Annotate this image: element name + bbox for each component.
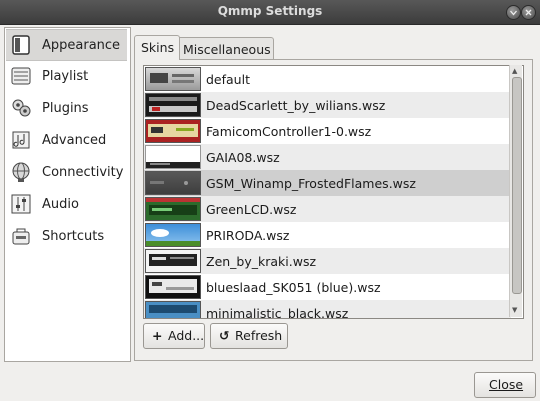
skin-thumbnail [145,145,201,169]
skin-thumbnail [145,301,201,318]
refresh-button[interactable]: ↺ Refresh [210,323,288,349]
skin-name: blueslaad_SK051 (blue).wsz [206,280,381,295]
sidebar-item-label: Advanced [42,133,107,148]
skin-list: default DeadScarlett_by_wilians.wsz Fami… [143,65,524,319]
settings-sidebar: Appearance Playlist Plugins Advanced Con… [4,27,131,362]
skin-thumbnail [145,119,201,143]
skin-thumbnail [145,67,201,91]
skin-row[interactable]: minimalistic_black.wsz [144,300,511,319]
skin-thumbnail [145,93,201,117]
add-button-label: Add... [168,328,205,343]
tab-skins[interactable]: Skins [134,35,180,60]
skin-name: GSM_Winamp_FrostedFlames.wsz [206,176,416,191]
skin-name: Zen_by_kraki.wsz [206,254,317,269]
skin-name: minimalistic_black.wsz [206,306,349,319]
shortcuts-icon [10,225,32,247]
sidebar-item-label: Playlist [42,69,89,84]
skin-thumbnail [145,197,201,221]
close-icon [525,9,532,16]
title-bar[interactable]: Qmmp Settings [0,0,540,25]
skin-thumbnail [145,171,201,195]
plus-icon: + [152,328,163,343]
sidebar-item-label: Shortcuts [42,229,105,244]
add-skin-button[interactable]: + Add... [143,323,205,349]
refresh-icon: ↺ [219,328,230,343]
close-button-label: Close [489,377,524,392]
skin-row[interactable]: DeadScarlett_by_wilians.wsz [144,92,511,118]
scroll-up-arrow-icon[interactable]: ▲ [512,67,517,75]
skin-thumbnail [145,223,201,247]
advanced-icon [10,129,32,151]
audio-icon [10,193,32,215]
skin-thumbnail [145,275,201,299]
sidebar-item-label: Appearance [42,38,121,53]
sidebar-item-shortcuts[interactable]: Shortcuts [6,221,127,251]
skin-name: GAIA08.wsz [206,150,280,165]
skin-row[interactable]: GreenLCD.wsz [144,196,511,222]
skin-row[interactable]: PRIRODA.wsz [144,222,511,248]
tab-miscellaneous[interactable]: Miscellaneous [176,37,274,61]
skin-row[interactable]: GAIA08.wsz [144,144,511,170]
close-button[interactable]: Close [474,372,536,398]
skin-row[interactable]: FamicomController1-0.wsz [144,118,511,144]
sidebar-item-connectivity[interactable]: Connectivity [6,157,127,187]
skin-name: PRIRODA.wsz [206,228,290,243]
sidebar-item-label: Audio [42,197,79,212]
sidebar-item-label: Plugins [42,101,89,116]
connectivity-icon [10,161,32,183]
skin-name: FamicomController1-0.wsz [206,124,372,139]
settings-window: Qmmp Settings Appearance Playlist Plugin… [0,0,540,401]
skin-name: GreenLCD.wsz [206,202,297,217]
skin-list-scrollbar[interactable]: ▲ ▼ [509,65,522,317]
scrollbar-thumb[interactable] [512,77,522,294]
refresh-button-label: Refresh [235,328,283,343]
chevron-down-icon [510,10,517,16]
sidebar-item-label: Connectivity [42,165,124,180]
skin-row[interactable]: blueslaad_SK051 (blue).wsz [144,274,511,300]
plugins-icon [10,97,32,119]
window-close-button[interactable] [521,5,536,20]
skin-row[interactable]: GSM_Winamp_FrostedFlames.wsz [144,170,511,196]
skin-thumbnail [145,249,201,273]
skin-name: default [206,72,250,87]
skin-row[interactable]: default [144,66,511,92]
sidebar-item-audio[interactable]: Audio [6,189,127,219]
scroll-down-arrow-icon[interactable]: ▼ [512,306,517,314]
window-title: Qmmp Settings [217,4,323,18]
skin-row[interactable]: Zen_by_kraki.wsz [144,248,511,274]
sidebar-item-appearance[interactable]: Appearance [6,29,127,61]
sidebar-item-playlist[interactable]: Playlist [6,61,127,91]
sidebar-item-advanced[interactable]: Advanced [6,125,127,155]
skin-name: DeadScarlett_by_wilians.wsz [206,98,386,113]
appearance-icon [10,34,32,56]
sidebar-item-plugins[interactable]: Plugins [6,93,127,123]
window-menu-button[interactable] [506,5,521,20]
playlist-icon [10,65,32,87]
